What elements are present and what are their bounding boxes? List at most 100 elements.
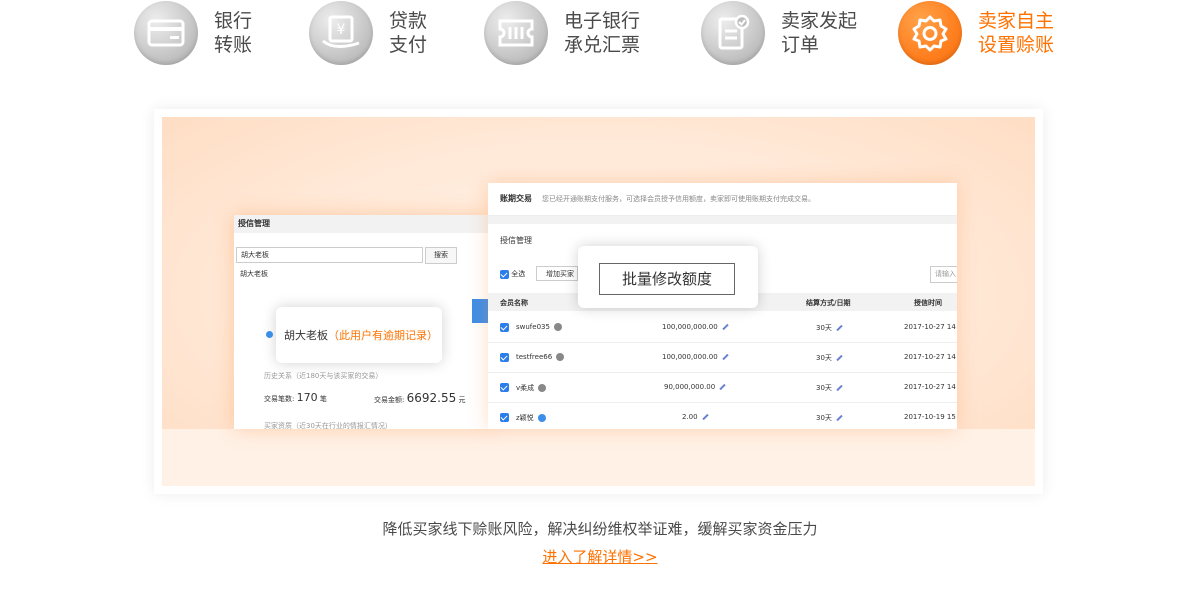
credit-date: 2017-10-19 15 xyxy=(904,413,956,421)
tab-bank-transfer[interactable]: 银行 转账 xyxy=(134,0,252,66)
credit-amount[interactable]: 90,000,000.00 xyxy=(664,383,726,391)
svg-text:¥: ¥ xyxy=(337,22,346,38)
batch-edit-callout: 批量修改额度 xyxy=(578,246,758,308)
row-checkbox[interactable] xyxy=(500,413,509,424)
column-member: 会员名称 xyxy=(500,299,528,307)
edit-pencil-icon[interactable] xyxy=(836,384,843,392)
term[interactable]: 30天 xyxy=(816,413,843,423)
service-notice: 您已经开通账期支付服务，可选择会员授予信用额度，卖家即可使用账期支付完成交易。 xyxy=(542,195,815,203)
feature-tabs: 银行 转账 ¥ 贷款 支付 电子银行 承兑汇票 卖家发起 订单 卖家自主 设置赊账 xyxy=(0,0,1200,70)
tab-strip xyxy=(488,216,957,224)
edit-pencil-icon[interactable] xyxy=(836,324,843,332)
tab-seller-credit[interactable]: 卖家自主 设置赊账 xyxy=(898,0,1054,66)
settings-gear-icon xyxy=(898,1,962,65)
edit-pencil-icon[interactable] xyxy=(701,413,709,421)
checkbox-icon xyxy=(500,353,509,362)
trade-amount-value: 6692.55 xyxy=(406,391,457,405)
trade-amount-label: 交易金额: xyxy=(374,396,405,404)
select-all-label: 全选 xyxy=(511,270,526,278)
buyer-warning-callout: 胡大老板（此用户有逾期记录） xyxy=(266,307,442,363)
tab-loan-payment[interactable]: ¥ 贷款 支付 xyxy=(309,0,427,66)
credit-amount[interactable]: 2.00 xyxy=(682,413,709,421)
table-row[interactable]: testfree66 100,000,000.00 30天 2017-10-27… xyxy=(488,342,957,373)
edit-pencil-icon[interactable] xyxy=(721,323,729,331)
row-checkbox[interactable] xyxy=(500,323,509,334)
panel-header: 授信管理 xyxy=(234,215,492,233)
feature-illustration: 授信管理 胡大老板 搜索 胡大老板 历史关系（近180天与该买家的交易） 交易笔… xyxy=(154,109,1043,494)
credit-amount[interactable]: 100,000,000.00 xyxy=(662,353,729,361)
table-row[interactable]: swufe035 100,000,000.00 30天 2017-10-27 1… xyxy=(488,312,957,343)
credit-amount-text: 100,000,000.00 xyxy=(662,323,718,331)
table-row[interactable]: v柔成 90,000,000.00 30天 2017-10-27 14 xyxy=(488,372,957,403)
member-status-icon xyxy=(556,353,565,361)
trade-count-unit: 笔 xyxy=(319,395,327,403)
buyer-dot-icon xyxy=(266,331,273,338)
batch-modify-limit-button[interactable]: 批量修改额度 xyxy=(599,263,735,295)
term[interactable]: 30天 xyxy=(816,353,843,363)
column-settle: 结算方式/日期 xyxy=(806,299,851,307)
credit-date: 2017-10-27 14 xyxy=(904,323,956,331)
table-row[interactable]: z颖悦 2.00 30天 2017-10-19 15 xyxy=(488,402,957,429)
credit-amount-text: 90,000,000.00 xyxy=(664,383,716,391)
credit-date: 2017-10-27 14 xyxy=(904,353,956,361)
learn-more-link[interactable]: 进入了解详情>> xyxy=(542,548,657,566)
trade-count-value: 170 xyxy=(296,391,318,404)
term-text: 30天 xyxy=(816,354,832,362)
checkbox-icon[interactable] xyxy=(500,269,509,279)
row-checkbox[interactable] xyxy=(500,353,509,364)
trade-amount: 交易金额: 6692.55 元 xyxy=(374,391,465,405)
term[interactable]: 30天 xyxy=(816,323,843,333)
e-bill-icon xyxy=(484,1,548,65)
search-result-item[interactable]: 胡大老板 xyxy=(240,269,268,279)
member-status-icon xyxy=(537,414,546,422)
term-text: 30天 xyxy=(816,414,832,422)
section-title: 授信管理 xyxy=(500,236,532,245)
tab-label-line2: 设置赊账 xyxy=(978,34,1055,56)
tab-seller-order[interactable]: 卖家发起 订单 xyxy=(701,0,857,66)
row-checkbox[interactable] xyxy=(500,383,509,394)
member-name: v柔成 xyxy=(516,383,547,393)
credit-date: 2017-10-27 14 xyxy=(904,383,956,391)
buyer-search-input[interactable]: 胡大老板 xyxy=(236,247,423,263)
credit-amount-text: 100,000,000.00 xyxy=(662,353,718,361)
tab-label-line1: 银行 xyxy=(214,10,253,32)
stage-lower-band xyxy=(162,429,1035,486)
term-text: 30天 xyxy=(816,384,832,392)
feature-description: 降低买家线下赊账风险，解决纠纷维权举证难，缓解买家资金压力 xyxy=(382,520,818,538)
search-button[interactable]: 搜索 xyxy=(425,247,457,264)
member-name-text: z颖悦 xyxy=(516,414,534,422)
edit-pencil-icon[interactable] xyxy=(721,353,729,361)
edit-pencil-icon[interactable] xyxy=(836,354,843,362)
order-check-icon xyxy=(701,1,765,65)
trade-amount-unit: 元 xyxy=(458,396,466,404)
checkbox-icon xyxy=(500,383,509,392)
history-label: 历史关系（近180天与该买家的交易） xyxy=(264,372,383,380)
edit-pencil-icon[interactable] xyxy=(836,414,843,422)
term-text: 30天 xyxy=(816,324,832,332)
checkbox-icon xyxy=(500,323,509,332)
member-name: z颖悦 xyxy=(516,413,546,423)
edit-pencil-icon[interactable] xyxy=(719,383,726,391)
overdue-warning: （此用户有逾期记录） xyxy=(328,329,438,342)
trade-count: 交易笔数: 170 笔 xyxy=(264,391,327,404)
member-name-text: testfree66 xyxy=(516,353,553,361)
credit-amount[interactable]: 100,000,000.00 xyxy=(662,323,729,331)
tab-e-bank-bill[interactable]: 电子银行 承兑汇票 xyxy=(484,0,640,66)
tab-label-line1: 卖家自主 xyxy=(978,10,1055,32)
term[interactable]: 30天 xyxy=(816,383,843,393)
member-search-input[interactable]: 请输入 xyxy=(930,266,957,283)
checkbox-icon xyxy=(500,413,509,422)
member-name: testfree66 xyxy=(516,353,565,361)
tab-label-line2: 支付 xyxy=(389,34,428,56)
member-name-text: swufe035 xyxy=(516,323,550,331)
bank-card-icon xyxy=(134,1,198,65)
trade-count-label: 交易笔数: xyxy=(264,395,295,403)
buyer-warning-text: 胡大老板（此用户有逾期记录） xyxy=(284,327,438,343)
learn-more: 进入了解详情>> xyxy=(0,546,1200,567)
loan-yuan-icon: ¥ xyxy=(309,1,373,65)
member-status-icon xyxy=(538,384,547,392)
tab-label-line1: 贷款 xyxy=(389,10,428,32)
add-buyer-button[interactable]: 增加买家 xyxy=(536,266,578,281)
select-all[interactable]: 全选 xyxy=(500,269,525,279)
tab-label-line2: 订单 xyxy=(781,34,820,56)
